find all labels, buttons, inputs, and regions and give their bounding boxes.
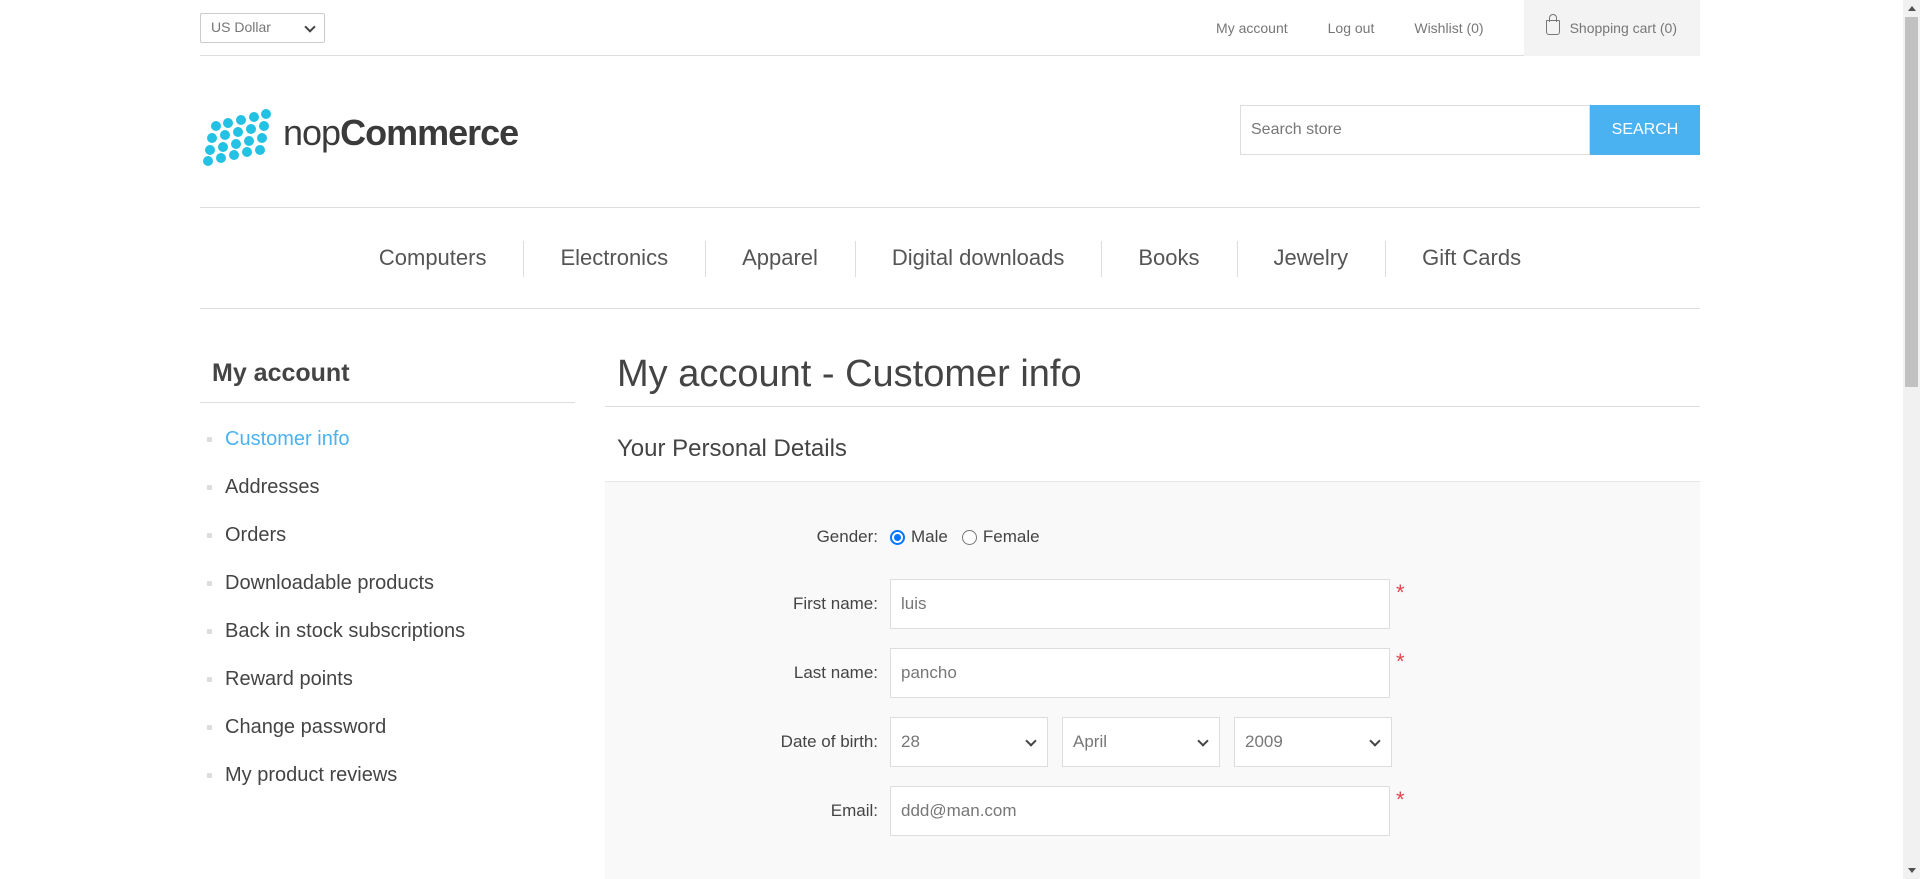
shopping-cart-label: Shopping cart (0) <box>1569 20 1677 36</box>
nav-item-computers[interactable]: Computers <box>342 245 524 271</box>
sidebar-item-orders[interactable]: Orders <box>200 511 575 559</box>
nav-item-books[interactable]: Books <box>1101 241 1236 277</box>
dob-year-value: 2009 <box>1245 732 1283 751</box>
search-button[interactable]: SEARCH <box>1590 105 1700 155</box>
gender-row: Gender: Male Female <box>605 522 1700 552</box>
date-of-birth-label: Date of birth: <box>780 732 878 751</box>
customer-info-form: Gender: Male Female First name: luis * L… <box>605 482 1700 879</box>
sidebar-item-customer-info[interactable]: Customer info <box>200 415 575 463</box>
shopping-bag-icon <box>1545 13 1560 35</box>
email-input[interactable]: ddd@man.com <box>890 786 1390 836</box>
search-box: Search store SEARCH <box>1240 105 1700 155</box>
log-out-link[interactable]: Log out <box>1328 20 1375 36</box>
nav-item-apparel[interactable]: Apparel <box>705 241 855 277</box>
radio-checked-icon[interactable] <box>890 529 905 545</box>
my-account-link[interactable]: My account <box>1216 20 1288 36</box>
sidebar-item-downloadable-products[interactable]: Downloadable products <box>200 559 575 607</box>
sidebar-item-change-password[interactable]: Change password <box>200 703 575 751</box>
shopping-cart-link[interactable]: Shopping cart (0) <box>1523 0 1700 56</box>
currency-select[interactable]: US Dollar <box>200 13 325 43</box>
date-of-birth-row: Date of birth: 28 April 2009 <box>605 717 1700 767</box>
scroll-up-arrow-icon[interactable] <box>1903 0 1920 17</box>
sidebar-title: My account <box>200 345 575 403</box>
sidebar-item-back-in-stock[interactable]: Back in stock subscriptions <box>200 607 575 655</box>
email-row: Email: ddd@man.com * <box>605 786 1700 836</box>
first-name-label: First name: <box>792 594 878 613</box>
search-input[interactable]: Search store <box>1240 105 1590 155</box>
wishlist-link[interactable]: Wishlist (0) <box>1414 20 1483 36</box>
required-asterisk: * <box>1396 580 1405 605</box>
gender-female-label: Female <box>982 527 1040 546</box>
sidebar-list: Customer info Addresses Orders Downloada… <box>200 403 575 799</box>
gender-male-radio[interactable]: Male <box>890 527 948 547</box>
first-name-row: First name: luis * <box>605 579 1700 629</box>
dob-year-select[interactable]: 2009 <box>1234 717 1392 767</box>
dob-month-value: April <box>1073 732 1108 751</box>
dob-day-select[interactable]: 28 <box>890 717 1048 767</box>
store-logo[interactable]: nopCommerce <box>203 106 519 166</box>
chevron-down-icon <box>1025 735 1037 747</box>
required-asterisk: * <box>1396 787 1405 812</box>
last-name-label: Last name: <box>793 663 878 682</box>
header-lower: nopCommerce Search store SEARCH <box>200 56 1700 207</box>
logo-text-part2: Commerce <box>340 112 519 153</box>
main-content: My account - Customer info Your Personal… <box>605 345 1700 879</box>
last-name-input[interactable]: pancho <box>890 648 1390 698</box>
radio-unchecked-icon[interactable] <box>961 529 977 545</box>
last-name-row: Last name: pancho * <box>605 648 1700 698</box>
gender-female-radio[interactable]: Female <box>961 527 1040 547</box>
chevron-down-icon <box>304 21 316 33</box>
header-upper: US Dollar My account Log out Wishlist (0… <box>200 0 1700 56</box>
scroll-down-arrow-icon[interactable] <box>1903 862 1920 879</box>
section-title: Your Personal Details <box>605 407 1700 482</box>
logo-dots-icon <box>203 106 273 166</box>
top-menu: Computers Electronics Apparel Digital do… <box>200 207 1700 309</box>
chevron-down-icon <box>1197 735 1209 747</box>
email-label: Email: <box>830 801 878 820</box>
gender-male-label: Male <box>911 527 948 546</box>
gender-label: Gender: <box>816 527 878 546</box>
page-title: My account - Customer info <box>605 345 1700 407</box>
nav-item-electronics[interactable]: Electronics <box>523 241 705 277</box>
chevron-down-icon <box>1369 735 1381 747</box>
first-name-input[interactable]: luis <box>890 579 1390 629</box>
dob-day-value: 28 <box>901 732 920 751</box>
currency-select-value: US Dollar <box>211 19 271 35</box>
account-sidebar: My account Customer info Addresses Order… <box>200 345 575 799</box>
nav-item-gift-cards[interactable]: Gift Cards <box>1385 241 1558 277</box>
page-scrollbar[interactable] <box>1903 0 1920 879</box>
scrollbar-thumb[interactable] <box>1905 17 1918 387</box>
nav-item-digital-downloads[interactable]: Digital downloads <box>854 241 1101 277</box>
dob-month-select[interactable]: April <box>1062 717 1220 767</box>
required-asterisk: * <box>1396 649 1405 674</box>
logo-text: nopCommerce <box>283 112 519 154</box>
sidebar-item-reward-points[interactable]: Reward points <box>200 655 575 703</box>
logo-text-part1: nop <box>283 112 341 153</box>
nav-item-jewelry[interactable]: Jewelry <box>1236 241 1386 277</box>
header-links: My account Log out Wishlist (0) Shopping… <box>1216 0 1700 56</box>
page-container: US Dollar My account Log out Wishlist (0… <box>200 0 1700 879</box>
sidebar-item-addresses[interactable]: Addresses <box>200 463 575 511</box>
sidebar-item-product-reviews[interactable]: My product reviews <box>200 751 575 799</box>
